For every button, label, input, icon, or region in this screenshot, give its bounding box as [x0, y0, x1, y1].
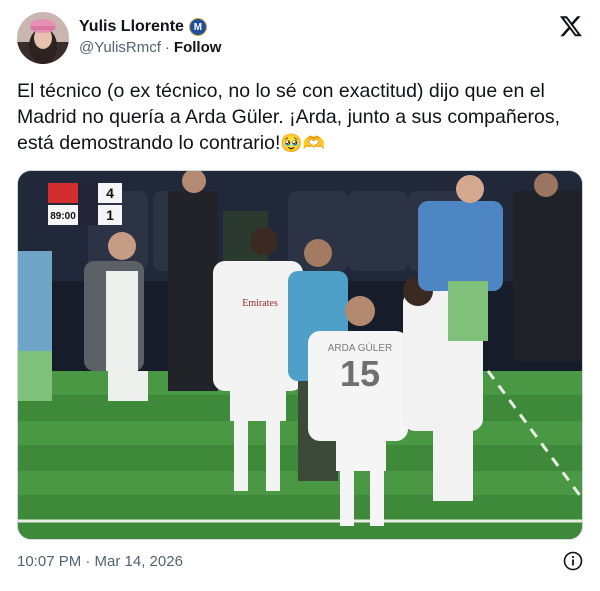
tweet-media-photo[interactable]: 89:00 4 1 Emirates ARDA GÜLER 15 [17, 170, 583, 540]
emoji-pleading: 🥹 [280, 133, 303, 153]
tweet-text: El técnico (o ex técnico, no lo sé con e… [17, 78, 583, 156]
verified-badge-icon: M [188, 18, 207, 36]
timestamp[interactable]: 10:07 PM · Mar 14, 2026 [17, 553, 183, 570]
follow-button[interactable]: Follow [174, 39, 222, 56]
x-logo-icon[interactable] [559, 14, 583, 38]
scoreboard-time: 89:00 [50, 211, 76, 222]
jersey-number: 15 [340, 353, 380, 394]
shirt-sponsor: Emirates [242, 298, 278, 309]
scoreboard-home-score: 4 [106, 185, 114, 201]
display-name[interactable]: Yulis Llorente [79, 18, 184, 36]
author-block: Yulis Llorente M @YulisRmcf · Follow [79, 18, 221, 56]
tweet-footer: 10:07 PM · Mar 14, 2026 [17, 550, 583, 572]
scoreboard-away-score: 1 [106, 207, 114, 223]
handle[interactable]: @YulisRmcf [79, 39, 161, 56]
info-icon[interactable] [563, 551, 583, 571]
emoji-heart-hands: 🫶 [302, 133, 326, 153]
avatar[interactable] [17, 12, 69, 64]
tweet-header: Yulis Llorente M @YulisRmcf · Follow [17, 12, 583, 68]
separator: · [164, 39, 170, 56]
